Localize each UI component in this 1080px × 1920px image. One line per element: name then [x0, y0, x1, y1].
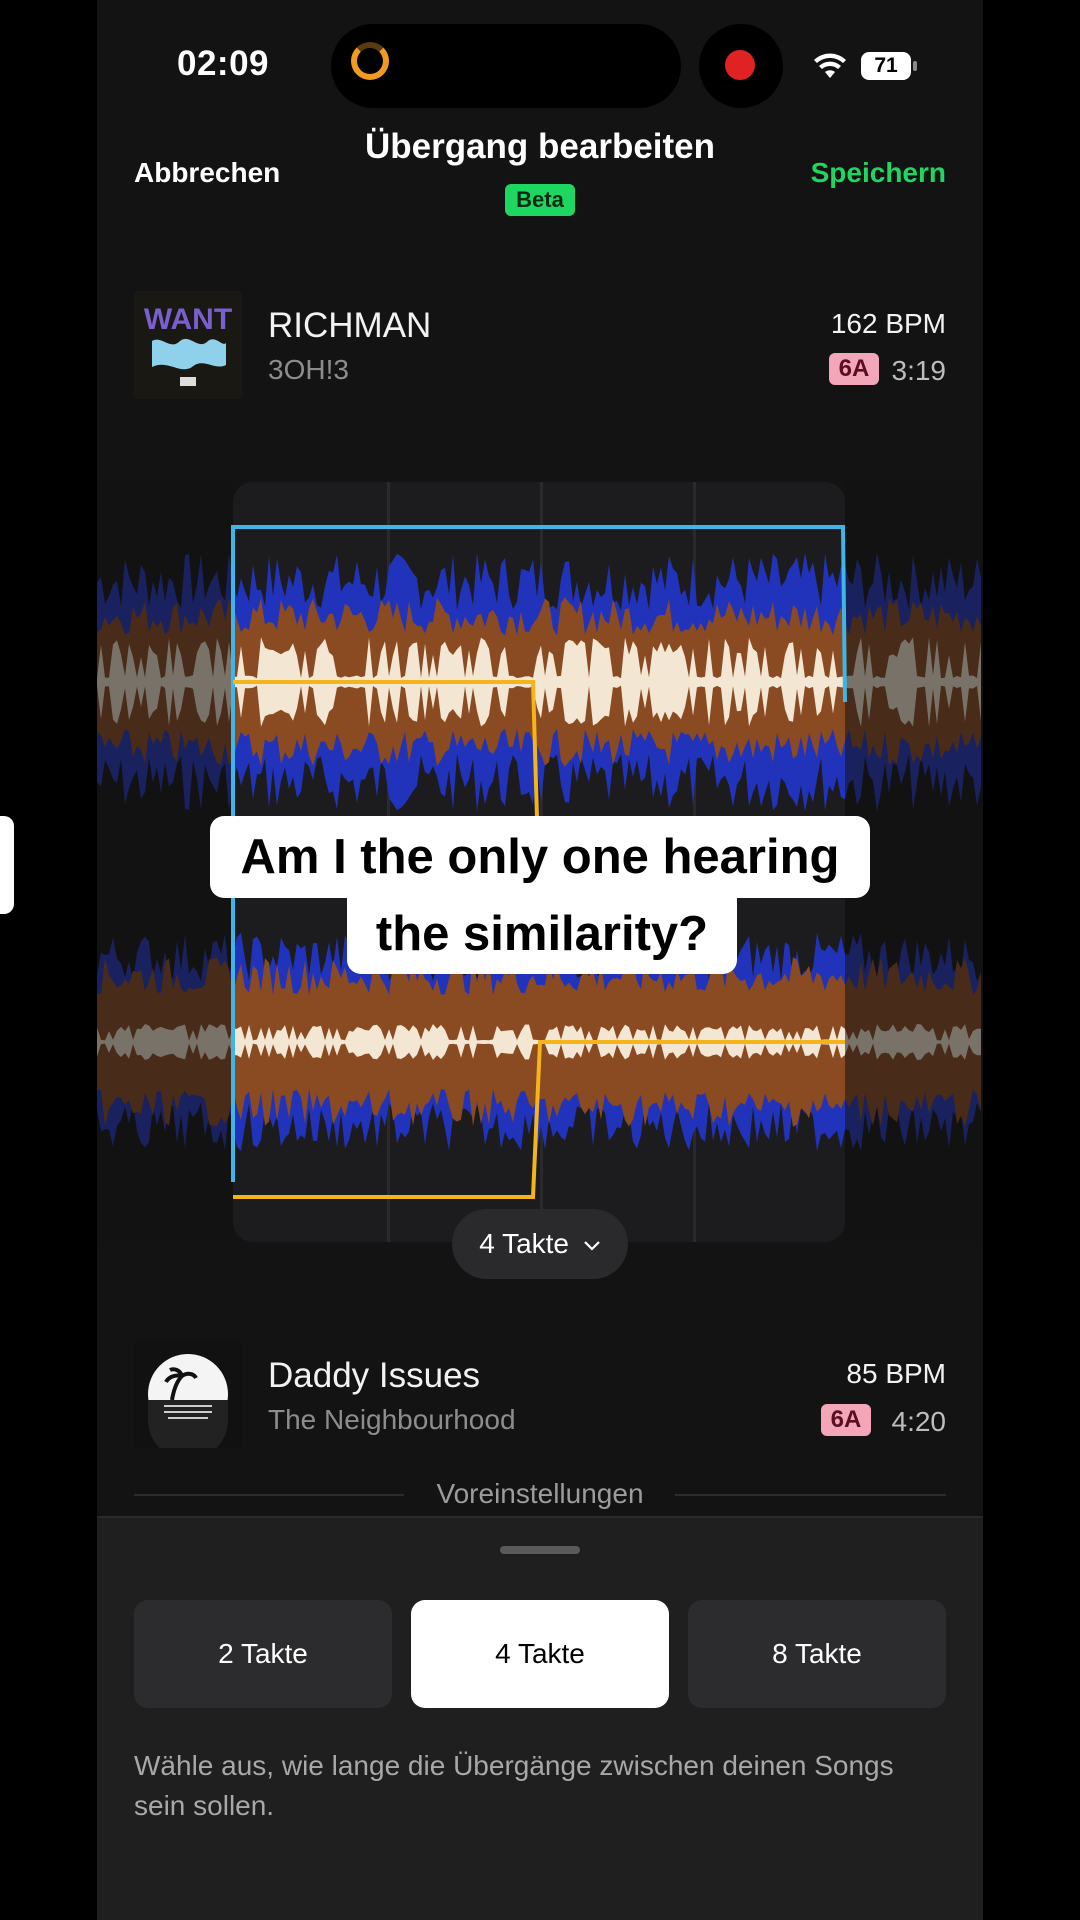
transition-length-dropdown[interactable]: 4 Takte	[452, 1209, 628, 1279]
preset-8-takte-button[interactable]: 8 Takte	[688, 1600, 946, 1708]
album-cover-text: WANT	[144, 303, 232, 336]
key-badge-top: 6A	[829, 353, 879, 385]
battery-tip	[913, 61, 917, 71]
track-duration-bottom: 4:20	[891, 1406, 947, 1437]
status-time: 02:09	[177, 44, 270, 83]
save-button[interactable]: Speichern	[811, 157, 946, 189]
track-artist-bottom: The Neighbourhood	[268, 1404, 516, 1435]
caption-line-1: Am I the only one hearing	[210, 816, 870, 898]
track-bpm-top: 162 BPM	[830, 308, 946, 339]
key-badge-bottom: 6A	[821, 1404, 871, 1436]
transition-length-label: 4 Takte	[479, 1228, 569, 1259]
presets-sheet	[97, 1516, 983, 1920]
album-cover-bottom	[134, 1340, 242, 1448]
transition-editor-screen: 02:09 71 Abbrechen Übergang bearbeiten B…	[97, 0, 983, 1920]
track-title-bottom: Daddy Issues	[268, 1356, 481, 1395]
album-cover-top: WANT	[134, 291, 242, 399]
track-duration-top: 3:19	[891, 355, 947, 386]
edge-handle[interactable]	[0, 816, 14, 914]
wifi-icon	[814, 53, 846, 78]
chevron-down-icon	[584, 1240, 600, 1251]
beta-badge: Beta	[505, 184, 575, 216]
timer-ring-icon	[351, 42, 389, 80]
track-bpm-bottom: 85 BPM	[846, 1358, 946, 1389]
presets-hint: Wähle aus, wie lange die Übergänge zwisc…	[134, 1750, 894, 1821]
caption-line-2: the similarity?	[347, 894, 737, 974]
preset-2-takte-button[interactable]: 2 Takte	[134, 1600, 392, 1708]
track-artist-top: 3OH!3	[268, 354, 349, 385]
preset-4-takte-button[interactable]: 4 Takte	[411, 1600, 669, 1708]
battery-level: 71	[861, 52, 911, 80]
sheet-grabber[interactable]	[500, 1546, 580, 1554]
record-dot-icon	[725, 50, 755, 80]
track-title-top: RICHMAN	[268, 306, 432, 345]
presets-heading: Voreinstellungen	[436, 1478, 644, 1509]
